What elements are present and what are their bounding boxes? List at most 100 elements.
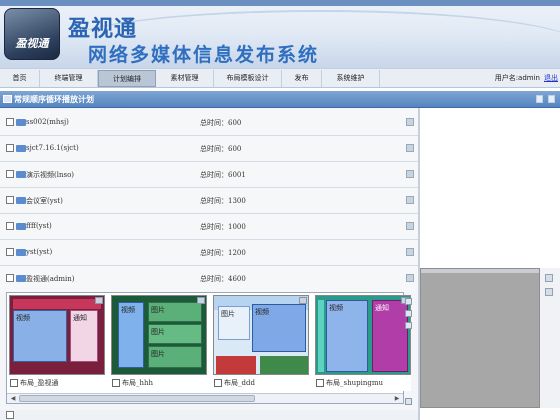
folder-icon [16, 119, 26, 126]
layout-preview: 视频 图片 图片 图片 [111, 295, 207, 375]
delete-icon[interactable] [405, 310, 412, 317]
layout-thumbnail[interactable]: 图片 视频 布局_ddd [213, 295, 309, 391]
edit-icon[interactable] [406, 274, 414, 282]
video-panel: 视频 [118, 302, 144, 368]
edit-icon[interactable] [406, 170, 414, 178]
monitor-icon [3, 95, 12, 103]
logo-text: 盈视通 [15, 37, 49, 50]
folder-icon [16, 145, 26, 152]
layout-preview: 视频 通知 [315, 295, 411, 375]
tab-material-management[interactable]: 素材管理 [156, 70, 214, 87]
tab-home[interactable]: 首页 [0, 70, 40, 87]
layout-label: 布局_ddd [224, 379, 255, 387]
folder-icon [16, 249, 26, 256]
banner-top-line [0, 0, 560, 6]
layout-preview: 图片 视频 [213, 295, 309, 375]
layout-label: 布局_shupingmu [326, 379, 383, 387]
plan-row[interactable]: sjct7.16.1(sjct) 总时间：600 [0, 136, 418, 162]
layout-checkbox[interactable] [214, 379, 222, 387]
image-panel: 图片 [218, 306, 250, 340]
edit-icon[interactable] [405, 322, 412, 329]
layout-thumbnail[interactable]: 视频 通知 布局_盈视通 [9, 295, 105, 391]
image-panel: 图片 [148, 346, 202, 368]
tab-system-maintenance[interactable]: 系统维护 [322, 70, 380, 87]
panel-label: 通知 [73, 314, 87, 322]
plan-total-time: 总时间：1200 [200, 249, 246, 257]
image-panel: 图片 [148, 302, 202, 322]
plan-row[interactable]: yst(yst) 总时间：1200 [0, 240, 418, 266]
preview-panel [420, 268, 540, 408]
plan-checkbox[interactable] [6, 274, 14, 282]
plan-row[interactable]: ss002(mhsj) 总时间：600 [0, 110, 418, 136]
username-label: 用户名:admin [494, 74, 540, 82]
delete-icon[interactable] [405, 398, 412, 405]
toolbar-delete-icon[interactable] [548, 95, 555, 103]
scrollbar-thumb[interactable] [19, 395, 255, 402]
panel-label: 通知 [375, 304, 389, 312]
layout-preview: 视频 通知 [9, 295, 105, 375]
plan-total-time: 总时间：600 [200, 119, 242, 127]
scroll-right-arrow-icon[interactable]: ▶ [393, 395, 401, 402]
plan-row[interactable]: ffff(yst) 总时间：1000 [0, 214, 418, 240]
view-icon[interactable] [197, 297, 205, 304]
layout-thumbnail[interactable]: 视频 通知 布局_shupingmu [315, 295, 411, 391]
folder-icon [16, 223, 26, 230]
folder-icon [16, 275, 26, 282]
preview-panel-header [421, 269, 539, 273]
plan-checkbox[interactable] [6, 144, 14, 152]
tab-publish[interactable]: 发布 [282, 70, 322, 87]
panel-label: 视频 [255, 308, 269, 316]
panel-label: 视频 [16, 314, 30, 322]
toolbar-copy-icon[interactable] [536, 95, 543, 103]
scroll-left-arrow-icon[interactable]: ◀ [9, 395, 17, 402]
section-header: 常规顺序循环播放计划 [0, 91, 560, 108]
plan-row[interactable]: 盈视通(admin) 总时间：4600 [0, 266, 418, 292]
edit-icon[interactable] [406, 196, 414, 204]
brand-name: 盈视通 [68, 17, 138, 42]
panel-label: 图片 [151, 306, 165, 314]
plan-total-time: 总时间：6001 [200, 171, 246, 179]
horizontal-scrollbar[interactable]: ◀ ▶ [7, 393, 403, 403]
image-panel: 图片 [148, 324, 202, 344]
edit-icon[interactable] [406, 144, 414, 152]
plan-row[interactable]: 会议室(yst) 总时间：1300 [0, 188, 418, 214]
notice-panel: 通知 [372, 300, 408, 372]
tab-plan-scheduling[interactable]: 计划编排 [98, 70, 156, 87]
plan-total-time: 总时间：4600 [200, 275, 246, 283]
layout-checkbox[interactable] [316, 379, 324, 387]
plan-checkbox[interactable] [6, 170, 14, 178]
copy-icon[interactable] [545, 274, 553, 282]
panel-label: 图片 [151, 350, 165, 358]
select-all-checkbox[interactable] [6, 411, 14, 419]
layout-thumbnail[interactable]: 视频 图片 图片 图片 布局_hhh [111, 295, 207, 391]
logout-link[interactable]: 退出 [544, 73, 558, 83]
plan-checkbox[interactable] [6, 118, 14, 126]
layout-thumbnails: 视频 通知 布局_盈视通 视频 图片 图片 图片 布局_hhh 图片 视频 布局… [6, 292, 411, 404]
plan-checkbox[interactable] [6, 248, 14, 256]
view-icon[interactable] [95, 297, 103, 304]
layout-decoration [216, 356, 256, 374]
layout-side-band [318, 300, 324, 372]
tab-layout-template-design[interactable]: 布局模板设计 [214, 70, 282, 87]
plan-total-time: 总时间：1000 [200, 223, 246, 231]
plan-name: 盈视通(admin) [26, 275, 75, 283]
layout-checkbox[interactable] [112, 379, 120, 387]
main-nav: 首页 终端管理 计划编排 素材管理 布局模板设计 发布 系统维护 用户名:adm… [0, 68, 560, 88]
plan-checkbox[interactable] [6, 196, 14, 204]
plan-total-time: 总时间：600 [200, 145, 242, 153]
plan-name: ss002(mhsj) [26, 118, 69, 126]
delete-icon[interactable] [545, 288, 553, 296]
add-icon[interactable] [405, 298, 412, 305]
folder-icon [16, 197, 26, 204]
system-title: 网络多媒体信息发布系统 [88, 44, 320, 66]
plan-row[interactable]: 演示视频(lnso) 总时间：6001 [0, 162, 418, 188]
panel-label: 图片 [151, 328, 165, 336]
view-icon[interactable] [299, 297, 307, 304]
plan-checkbox[interactable] [6, 222, 14, 230]
layout-checkbox[interactable] [10, 379, 18, 387]
edit-icon[interactable] [406, 222, 414, 230]
edit-icon[interactable] [406, 118, 414, 126]
edit-icon[interactable] [406, 248, 414, 256]
tab-terminal-management[interactable]: 终端管理 [40, 70, 98, 87]
plan-name: sjct7.16.1(sjct) [26, 144, 79, 152]
